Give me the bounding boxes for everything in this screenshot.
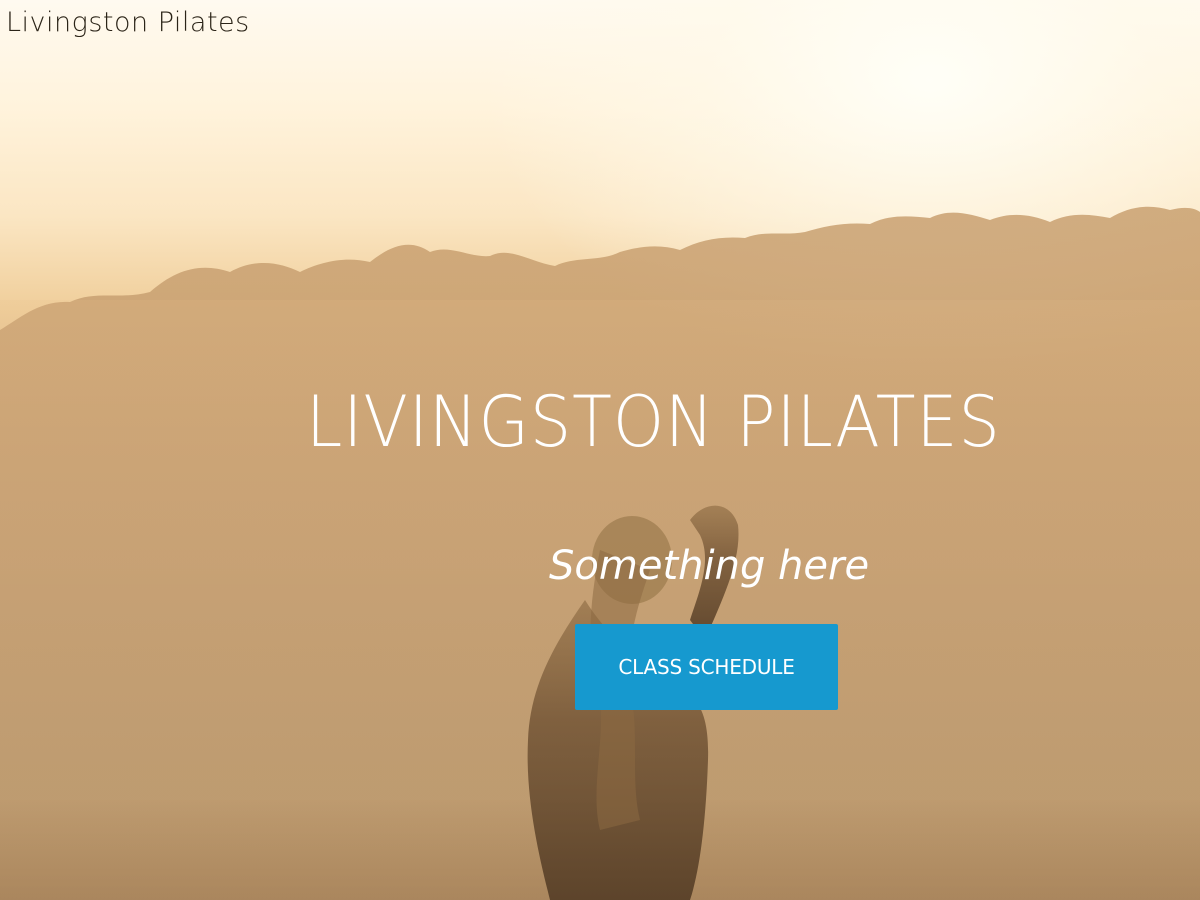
hero-tagline: Something here [549, 543, 870, 589]
brand-logo-link[interactable]: Livingston Pilates [6, 8, 250, 38]
hero-title: LIVINGSTON PILATES [306, 381, 1001, 463]
class-schedule-button[interactable]: CLASS SCHEDULE [575, 624, 838, 710]
